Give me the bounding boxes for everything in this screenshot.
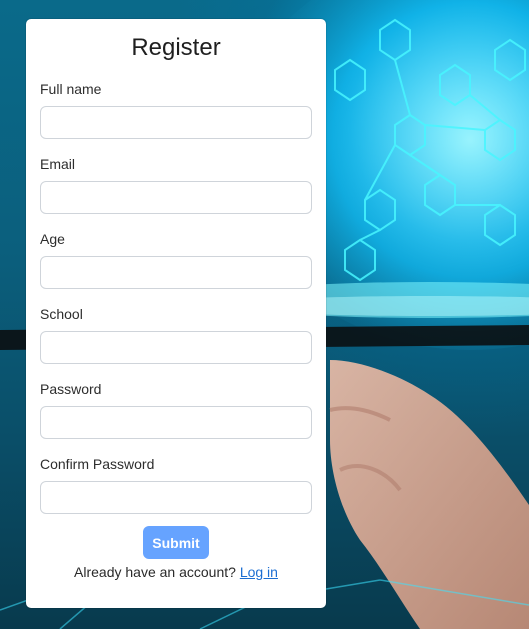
password-field: Password bbox=[40, 380, 312, 439]
school-input[interactable] bbox=[40, 331, 312, 364]
email-input[interactable] bbox=[40, 181, 312, 214]
submit-button[interactable]: Submit bbox=[143, 526, 209, 559]
register-card: Register Full name Email Age School Pass… bbox=[26, 19, 326, 608]
full-name-input[interactable] bbox=[40, 106, 312, 139]
age-field: Age bbox=[40, 230, 312, 289]
login-link[interactable]: Log in bbox=[240, 564, 278, 580]
age-input[interactable] bbox=[40, 256, 312, 289]
register-title: Register bbox=[131, 34, 221, 61]
password-label: Password bbox=[40, 381, 102, 397]
login-prompt-text: Already have an account? bbox=[74, 564, 236, 580]
confirm-password-label: Confirm Password bbox=[40, 456, 155, 472]
password-input[interactable] bbox=[40, 406, 312, 439]
email-field: Email bbox=[40, 155, 312, 214]
full-name-field: Full name bbox=[40, 80, 312, 139]
school-field: School bbox=[40, 305, 312, 364]
email-label: Email bbox=[40, 156, 76, 172]
login-prompt: Already have an account? Log in bbox=[26, 564, 326, 580]
confirm-password-input[interactable] bbox=[40, 481, 312, 514]
full-name-label: Full name bbox=[40, 81, 102, 97]
school-label: School bbox=[40, 306, 83, 322]
confirm-password-field: Confirm Password bbox=[40, 455, 312, 514]
age-label: Age bbox=[40, 231, 65, 247]
